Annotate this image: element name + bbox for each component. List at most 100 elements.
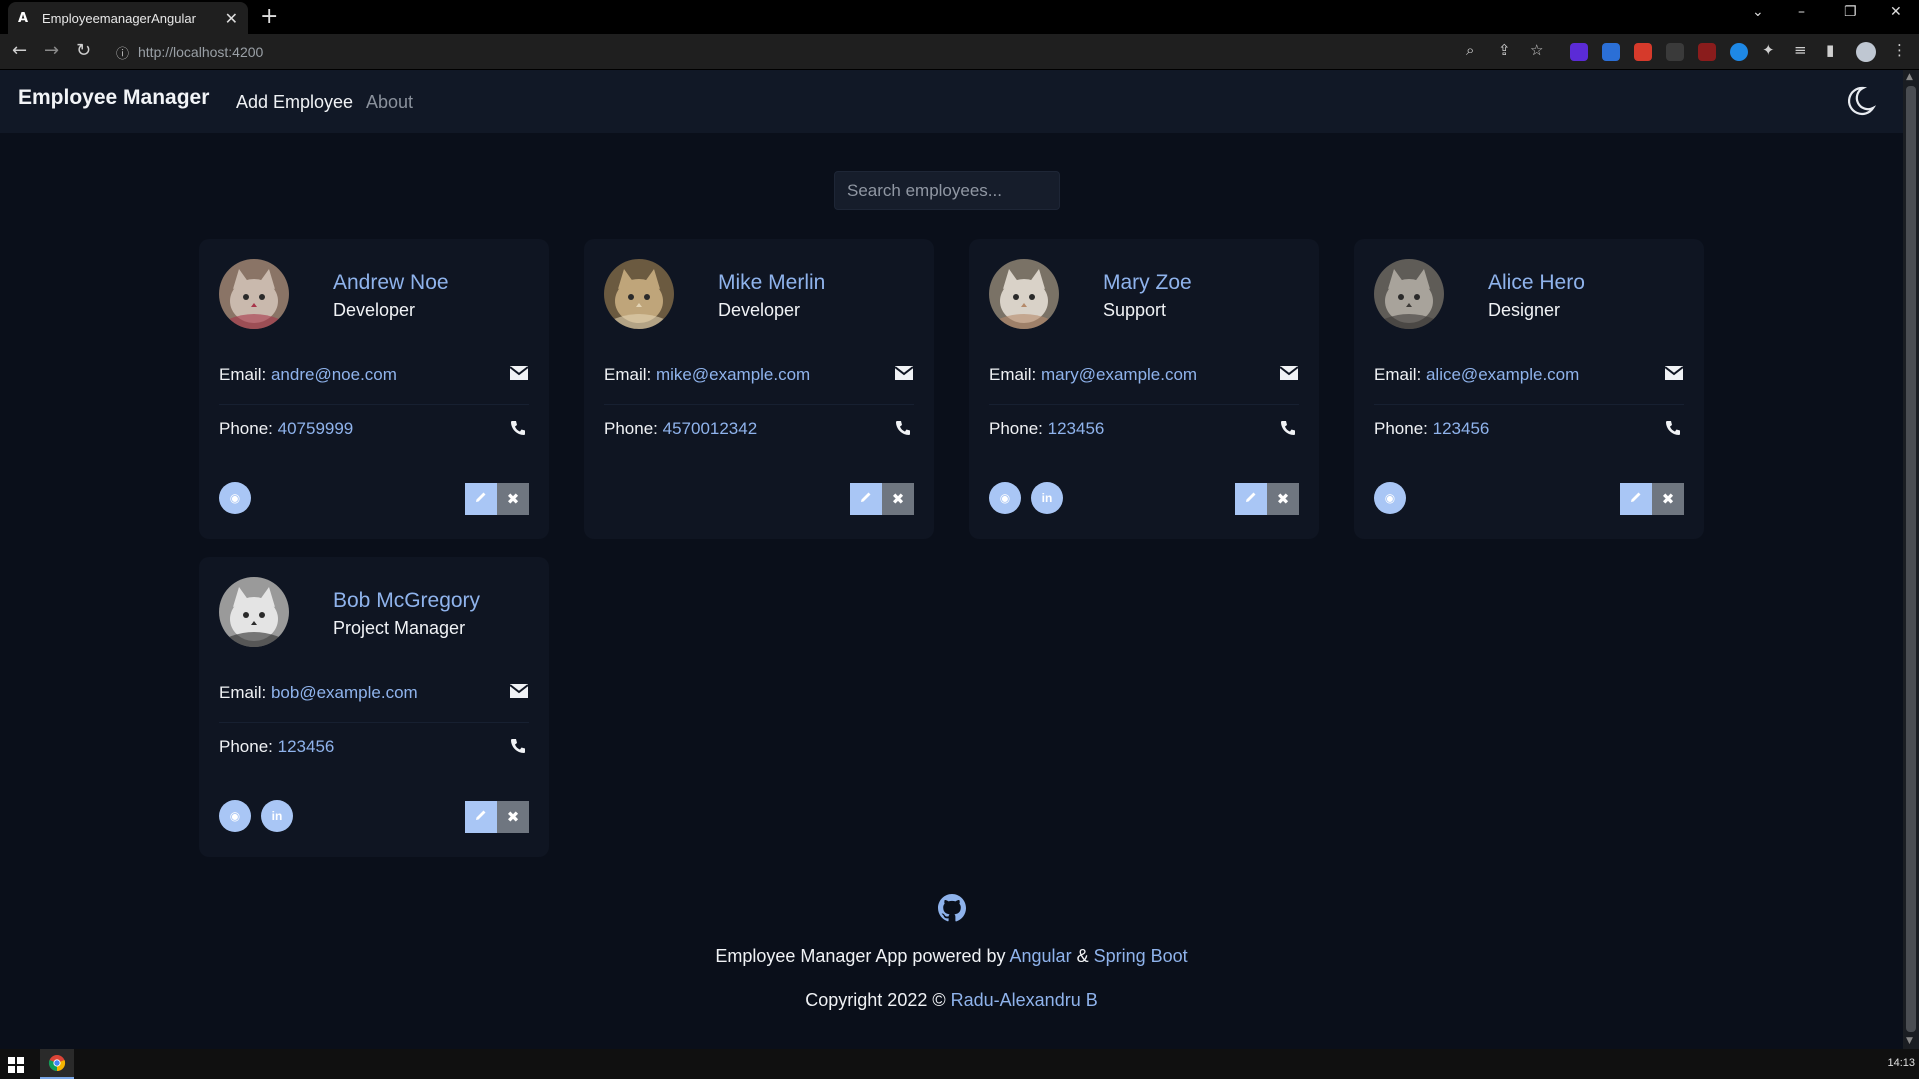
envelope-icon[interactable] (509, 683, 529, 701)
nav-add-employee[interactable]: Add Employee (236, 92, 353, 113)
close-icon: ✖ (506, 808, 520, 826)
footer-powered-text: Employee Manager App powered by (715, 946, 1006, 966)
browser-menu-icon[interactable]: ⋮ (1892, 41, 1907, 59)
bookmark-star-icon[interactable]: ☆ (1530, 41, 1543, 59)
address-bar[interactable]: ⓘ http://localhost:4200 (116, 38, 1456, 66)
phone-row: Phone: 123456 (1374, 419, 1489, 439)
phone-row: Phone: 123456 (219, 737, 334, 757)
phone-icon[interactable] (894, 419, 914, 437)
envelope-icon[interactable] (509, 365, 529, 383)
employee-name: Mary Zoe (1103, 271, 1192, 294)
divider (604, 404, 914, 405)
browser-tab-strip: A EmployeemanagerAngular ✕ + ⌄ – ❐ ✕ (0, 0, 1919, 34)
page-scrollbar[interactable]: ▲ ▼ (1903, 70, 1919, 1049)
phone-link[interactable]: 123456 (1433, 419, 1490, 438)
website-link-icon[interactable]: ◉ (1374, 482, 1406, 514)
extension-icon[interactable] (1698, 43, 1716, 61)
edit-employee-button[interactable] (465, 483, 497, 515)
phone-link[interactable]: 40759999 (278, 419, 354, 438)
close-window-icon[interactable]: ✕ (1890, 4, 1902, 20)
employee-card: Mary Zoe Support Email: mary@example.com… (969, 239, 1319, 539)
angular-link[interactable]: Angular (1010, 946, 1072, 966)
delete-employee-button[interactable]: ✖ (882, 483, 914, 515)
phone-link[interactable]: 123456 (1048, 419, 1105, 438)
edit-employee-button[interactable] (465, 801, 497, 833)
delete-employee-button[interactable]: ✖ (497, 483, 529, 515)
taskbar-chrome-button[interactable] (40, 1049, 74, 1079)
website-link-icon[interactable]: ◉ (989, 482, 1021, 514)
envelope-icon[interactable] (1279, 365, 1299, 383)
close-icon: ✖ (1276, 490, 1290, 508)
employee-card: Andrew Noe Developer Email: andre@noe.co… (199, 239, 549, 539)
envelope-icon[interactable] (1664, 365, 1684, 383)
envelope-icon[interactable] (894, 365, 914, 383)
reload-icon[interactable]: ↻ (76, 40, 91, 61)
extension-icon[interactable] (1666, 43, 1684, 61)
scroll-thumb[interactable] (1906, 86, 1916, 1032)
employee-job-title: Developer (718, 300, 801, 320)
close-icon: ✖ (891, 490, 905, 508)
tab-close-icon[interactable]: ✕ (225, 9, 238, 28)
edit-employee-button[interactable] (1620, 483, 1652, 515)
footer-copyright: Copyright 2022 © Radu-Alexandru B (0, 990, 1903, 1011)
email-link[interactable]: alice@example.com (1426, 365, 1579, 384)
side-panel-icon[interactable]: ▮ (1826, 41, 1834, 59)
employee-name: Alice Hero (1488, 271, 1585, 294)
profile-avatar[interactable] (1856, 42, 1876, 62)
forward-icon[interactable]: → (44, 40, 59, 61)
share-icon[interactable]: ⇪ (1498, 41, 1511, 59)
edit-employee-button[interactable] (850, 483, 882, 515)
footer-ampersand: & (1076, 946, 1089, 966)
reading-list-icon[interactable]: ≡ (1794, 41, 1807, 59)
close-icon: ✖ (506, 490, 520, 508)
linkedin-link-icon[interactable]: in (261, 800, 293, 832)
delete-employee-button[interactable]: ✖ (1652, 483, 1684, 515)
site-info-icon[interactable]: ⓘ (116, 43, 138, 62)
phone-link[interactable]: 123456 (278, 737, 335, 756)
delete-employee-button[interactable]: ✖ (497, 801, 529, 833)
phone-row: Phone: 123456 (989, 419, 1104, 439)
phone-label: Phone: (219, 737, 273, 756)
os-taskbar: 14:13 (0, 1049, 1919, 1079)
email-link[interactable]: andre@noe.com (271, 365, 397, 384)
email-link[interactable]: mike@example.com (656, 365, 810, 384)
phone-icon[interactable] (1664, 419, 1684, 437)
browser-tab[interactable]: A EmployeemanagerAngular ✕ (8, 2, 248, 34)
nav-about[interactable]: About (366, 92, 413, 113)
brand-title[interactable]: Employee Manager (18, 86, 209, 110)
moon-icon[interactable] (1843, 84, 1877, 118)
extension-icon[interactable] (1634, 43, 1652, 61)
phone-icon[interactable] (509, 419, 529, 437)
search-input[interactable] (834, 171, 1060, 210)
new-tab-icon[interactable]: + (260, 4, 278, 29)
zoom-icon[interactable]: ⌕ (1466, 41, 1474, 59)
delete-employee-button[interactable]: ✖ (1267, 483, 1299, 515)
email-link[interactable]: bob@example.com (271, 683, 418, 702)
browser-toolbar: ← → ↻ ⓘ http://localhost:4200 ⌕ ⇪ ☆ ✦ ≡ … (0, 34, 1919, 70)
tab-search-icon[interactable]: ⌄ (1752, 4, 1764, 20)
phone-link[interactable]: 4570012342 (663, 419, 758, 438)
email-label: Email: (989, 365, 1037, 384)
back-icon[interactable]: ← (12, 40, 27, 61)
website-link-icon[interactable]: ◉ (219, 800, 251, 832)
extension-icon[interactable] (1602, 43, 1620, 61)
scroll-down-icon[interactable]: ▼ (1906, 1036, 1913, 1046)
pencil-icon (474, 490, 488, 509)
edit-employee-button[interactable] (1235, 483, 1267, 515)
email-link[interactable]: mary@example.com (1041, 365, 1197, 384)
close-icon: ✖ (1661, 490, 1675, 508)
scroll-up-icon[interactable]: ▲ (1906, 72, 1913, 82)
github-icon[interactable] (936, 892, 968, 924)
extensions-puzzle-icon[interactable]: ✦ (1762, 41, 1775, 59)
minimize-icon[interactable]: – (1798, 4, 1805, 20)
phone-icon[interactable] (509, 737, 529, 755)
restore-icon[interactable]: ❐ (1844, 4, 1857, 20)
phone-icon[interactable] (1279, 419, 1299, 437)
linkedin-link-icon[interactable]: in (1031, 482, 1063, 514)
website-link-icon[interactable]: ◉ (219, 482, 251, 514)
author-link[interactable]: Radu-Alexandru B (951, 990, 1098, 1010)
extension-icon[interactable] (1730, 43, 1748, 61)
windows-start-icon[interactable] (8, 1057, 24, 1073)
spring-boot-link[interactable]: Spring Boot (1094, 946, 1188, 966)
extension-icon[interactable] (1570, 43, 1588, 61)
